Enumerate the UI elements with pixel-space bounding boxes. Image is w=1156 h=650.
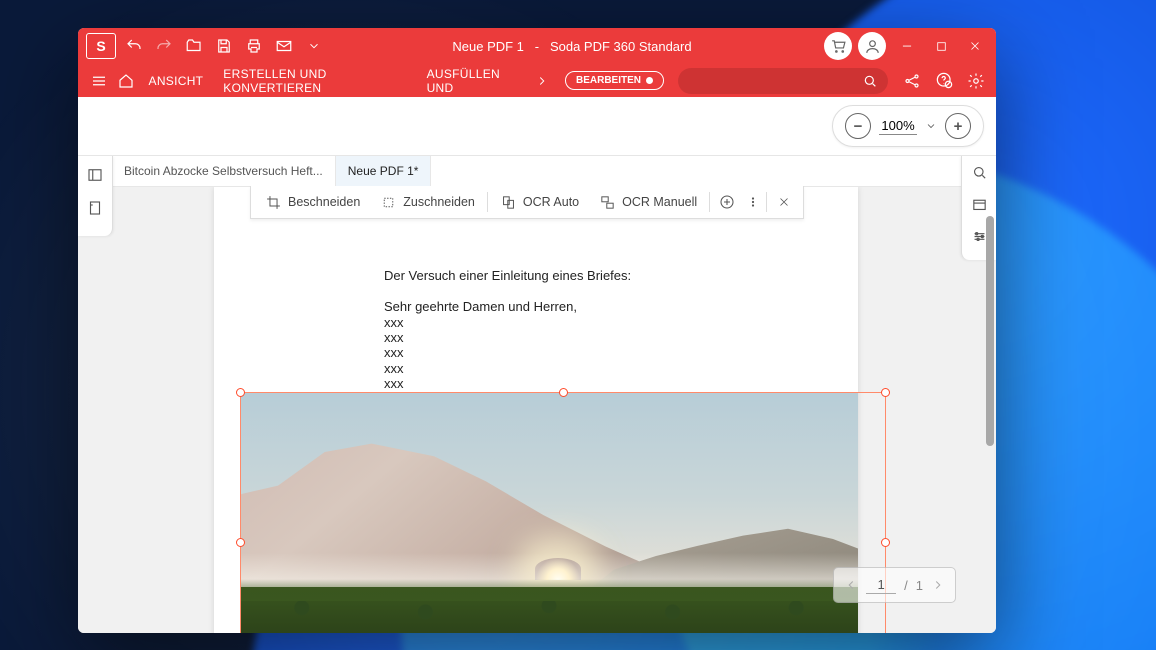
- menu-erstellen[interactable]: ERSTELLEN UND KONVERTIEREN: [215, 67, 414, 95]
- zoom-dropdown-icon[interactable]: [925, 120, 937, 132]
- ocr-manual-button[interactable]: OCR Manuell: [589, 194, 707, 211]
- resize-handle-w[interactable]: [236, 538, 245, 547]
- zoom-control: − 100% +: [832, 105, 984, 147]
- text-greeting: Sehr geehrte Damen und Herren,: [384, 299, 688, 314]
- menu-ausfuellen[interactable]: AUSFÜLLEN UND: [419, 67, 528, 95]
- share-icon[interactable]: [900, 69, 924, 93]
- folder-open-icon[interactable]: [182, 34, 206, 58]
- tab-document-2[interactable]: Neue PDF 1*: [336, 156, 432, 186]
- selection-border: [240, 392, 886, 633]
- document-tabs: Bitcoin Abzocke Selbstversuch Heft... Ne…: [112, 156, 962, 187]
- minimize-button[interactable]: [892, 31, 922, 61]
- text-line: xxx: [384, 330, 688, 345]
- user-button[interactable]: [858, 32, 886, 60]
- search-side-icon[interactable]: [971, 164, 988, 186]
- title-doc: Neue PDF 1: [452, 39, 524, 54]
- hamburger-icon[interactable]: [86, 69, 111, 93]
- home-icon[interactable]: [115, 69, 136, 93]
- tab-document-1[interactable]: Bitcoin Abzocke Selbstversuch Heft...: [112, 156, 336, 186]
- quick-access-toolbar: S: [78, 33, 326, 59]
- edit-mode-toggle[interactable]: BEARBEITEN: [565, 71, 664, 90]
- title-app: Soda PDF 360 Standard: [550, 39, 692, 54]
- page-layout-icon[interactable]: [86, 199, 104, 222]
- app-window: S Neue PDF 1 - Soda PDF 360 Standard ANS…: [78, 28, 996, 633]
- chevron-down-icon[interactable]: [302, 34, 326, 58]
- trim-button[interactable]: Zuschneiden: [370, 194, 485, 211]
- sliders-side-icon[interactable]: [971, 228, 988, 250]
- page-navigator: / 1: [833, 567, 956, 603]
- search-input[interactable]: [678, 68, 888, 94]
- page-slash: /: [904, 578, 908, 593]
- document-canvas[interactable]: Der Versuch einer Einleitung eines Brief…: [78, 186, 984, 633]
- maximize-button[interactable]: [926, 31, 956, 61]
- text-line: xxx: [384, 315, 688, 330]
- save-icon[interactable]: [212, 34, 236, 58]
- folder-side-icon[interactable]: [971, 196, 988, 218]
- resize-handle-n[interactable]: [559, 388, 568, 397]
- zoom-out-button[interactable]: −: [845, 113, 871, 139]
- page-total: 1: [916, 578, 923, 593]
- workspace: Bitcoin Abzocke Selbstversuch Heft... Ne…: [78, 156, 996, 633]
- settings-icon[interactable]: [964, 69, 988, 93]
- menu-overflow-icon[interactable]: [532, 69, 553, 93]
- selected-image[interactable]: [240, 392, 886, 633]
- text-line: xxx: [384, 345, 688, 360]
- help-icon[interactable]: [932, 69, 956, 93]
- zoom-in-button[interactable]: +: [945, 113, 971, 139]
- text-line: xxx: [384, 361, 688, 376]
- panel-toggle-icon[interactable]: [86, 166, 104, 189]
- print-icon[interactable]: [242, 34, 266, 58]
- crop-button[interactable]: Beschneiden: [255, 194, 370, 211]
- close-toolbar-icon[interactable]: [769, 195, 799, 209]
- app-logo[interactable]: S: [86, 33, 116, 59]
- sub-toolbar: − 100% +: [78, 97, 996, 156]
- image-edit-toolbar: Beschneiden Zuschneiden OCR Auto OCR Man…: [250, 186, 804, 219]
- resize-handle-e[interactable]: [881, 538, 890, 547]
- undo-icon[interactable]: [122, 34, 146, 58]
- menu-ansicht[interactable]: ANSICHT: [141, 74, 212, 88]
- add-circle-icon[interactable]: [712, 193, 742, 211]
- more-options-icon[interactable]: [742, 195, 764, 209]
- vertical-scrollbar[interactable]: [986, 216, 994, 616]
- text-line: xxx: [384, 376, 688, 391]
- redo-icon[interactable]: [152, 34, 176, 58]
- ocr-auto-button[interactable]: OCR Auto: [490, 194, 589, 211]
- left-panel-icons: [78, 156, 113, 236]
- title-bar: S Neue PDF 1 - Soda PDF 360 Standard: [78, 28, 996, 64]
- mail-icon[interactable]: [272, 34, 296, 58]
- text-intro: Der Versuch einer Einleitung eines Brief…: [384, 268, 688, 283]
- scrollbar-thumb[interactable]: [986, 216, 994, 446]
- resize-handle-nw[interactable]: [236, 388, 245, 397]
- window-title: Neue PDF 1 - Soda PDF 360 Standard: [326, 39, 818, 54]
- resize-handle-ne[interactable]: [881, 388, 890, 397]
- page-number-input[interactable]: [866, 576, 896, 594]
- prev-page-icon[interactable]: [844, 578, 858, 592]
- close-button[interactable]: [960, 31, 990, 61]
- next-page-icon[interactable]: [931, 578, 945, 592]
- cart-button[interactable]: [824, 32, 852, 60]
- window-controls: [886, 31, 996, 61]
- zoom-value[interactable]: 100%: [879, 118, 917, 135]
- menu-bar: ANSICHT ERSTELLEN UND KONVERTIEREN AUSFÜ…: [78, 64, 996, 97]
